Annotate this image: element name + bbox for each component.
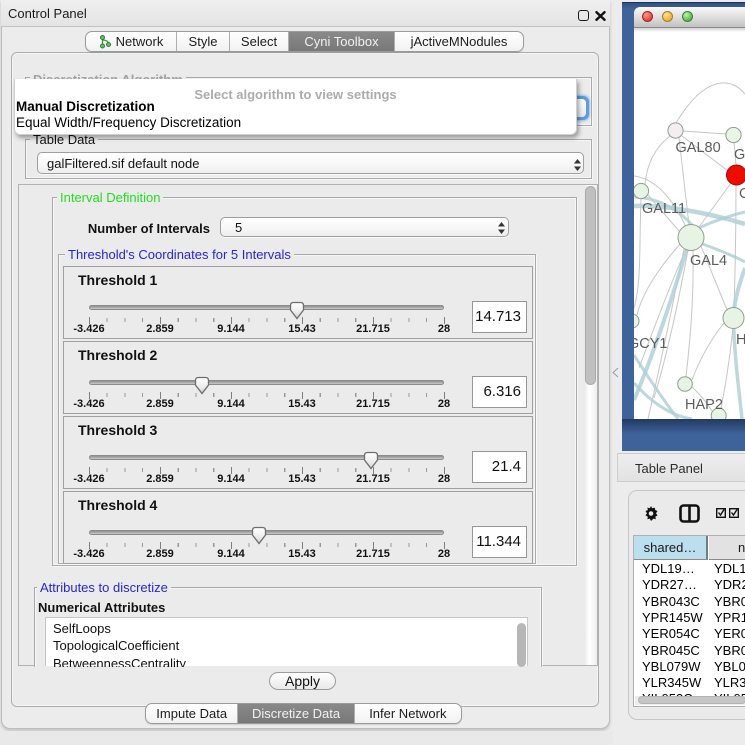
- svg-text:GA: GA: [734, 147, 745, 163]
- svg-text:GAL11: GAL11: [642, 201, 686, 217]
- svg-text:C: C: [739, 186, 745, 202]
- svg-text:GAL80: GAL80: [676, 140, 721, 156]
- svg-text:GCY1: GCY1: [634, 336, 668, 352]
- svg-text:GAL4: GAL4: [690, 253, 727, 269]
- svg-text:H: H: [736, 332, 745, 348]
- svg-text:HAP2: HAP2: [685, 397, 723, 413]
